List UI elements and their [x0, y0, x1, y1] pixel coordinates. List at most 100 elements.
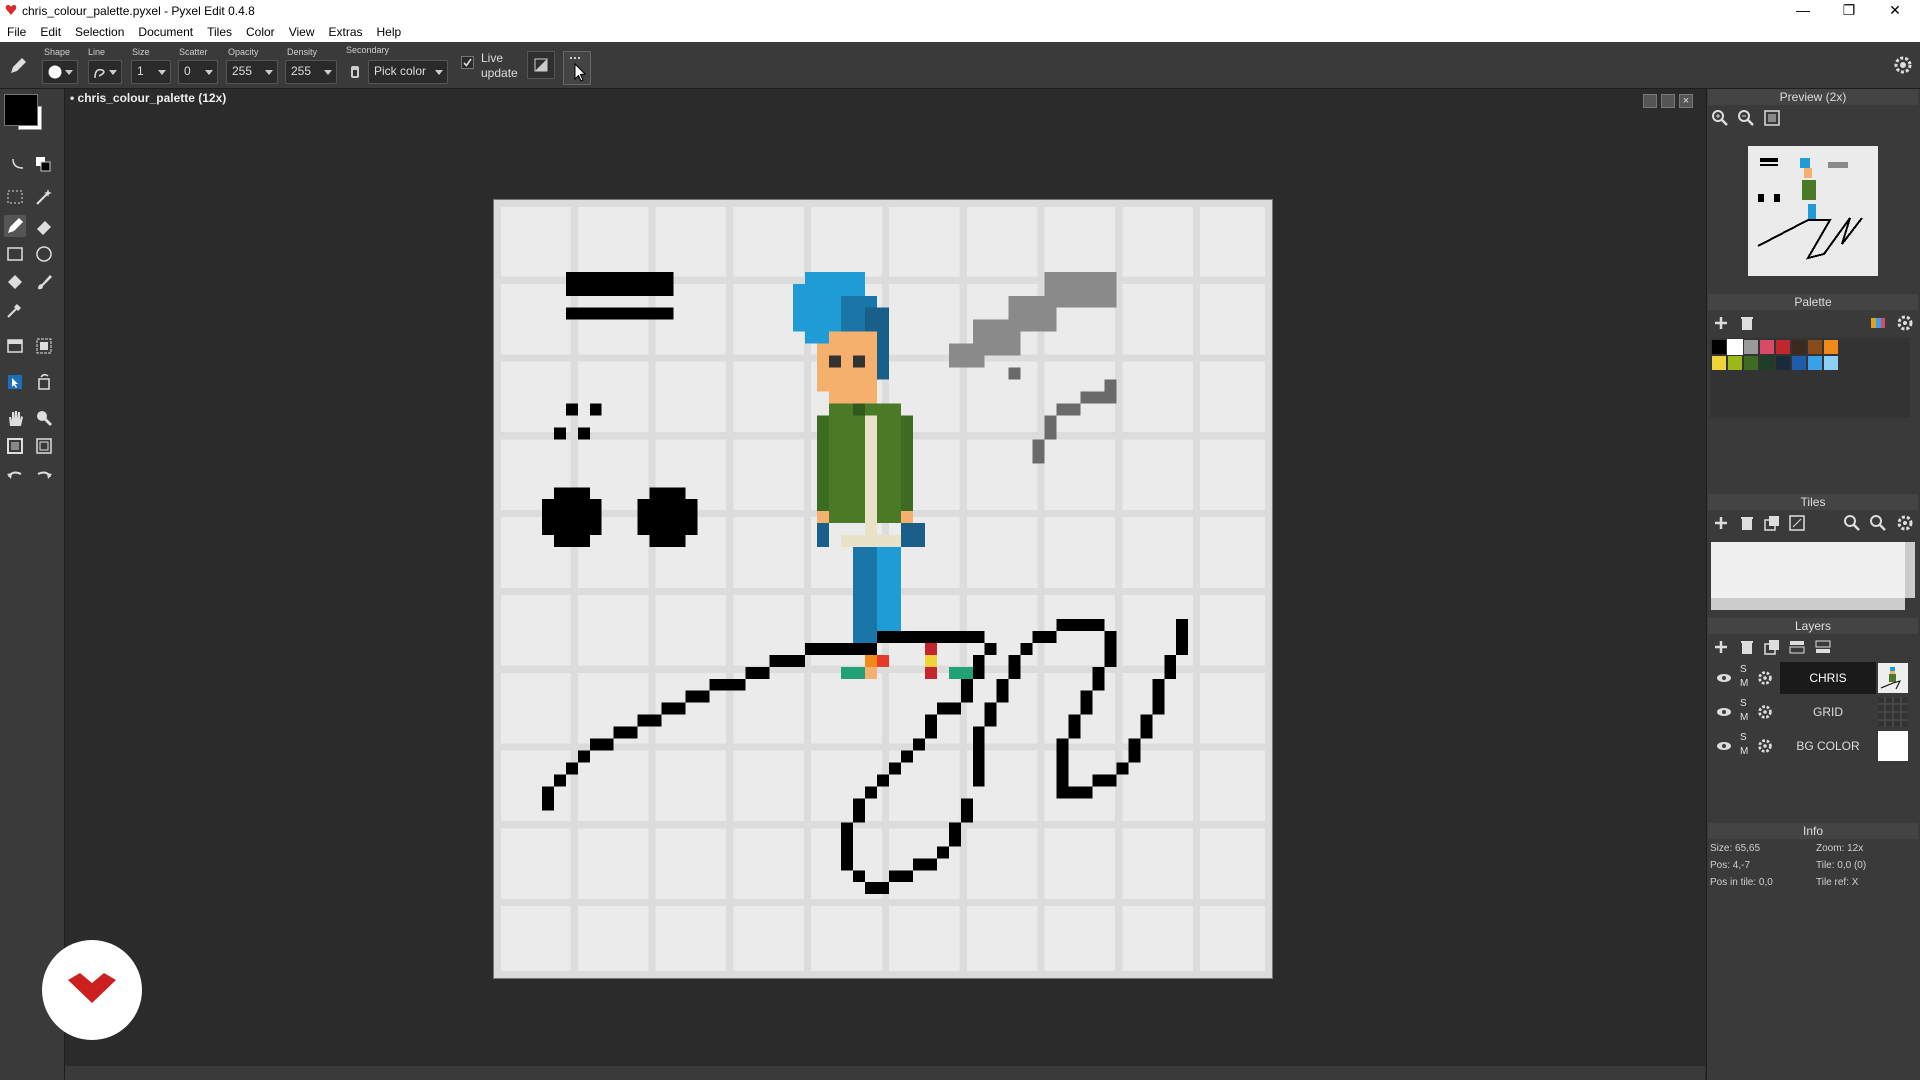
tiles-duplicate-button[interactable]: [1762, 513, 1782, 533]
palette-swatch-green[interactable]: [1744, 356, 1758, 370]
fill-tool[interactable]: [4, 271, 26, 293]
layers-merge-down-button[interactable]: [1813, 637, 1833, 657]
ellipse-tool[interactable]: [33, 243, 55, 265]
primary-color-swatch[interactable]: [4, 94, 38, 126]
menu-file[interactable]: File: [0, 22, 33, 42]
layer-mute-toggle[interactable]: M: [1740, 712, 1748, 723]
rect-select-tool[interactable]: [4, 186, 26, 208]
palette-swatch-orange[interactable]: [1824, 340, 1838, 354]
tiles-delete-button[interactable]: [1737, 513, 1757, 533]
hand-tool[interactable]: [4, 407, 26, 429]
eye-icon[interactable]: [1716, 671, 1732, 685]
layer-solo-toggle[interactable]: S: [1740, 732, 1747, 743]
doc-close-button[interactable]: ×: [1679, 94, 1693, 108]
move-tool[interactable]: [4, 371, 26, 393]
opacity-select[interactable]: 255: [226, 60, 278, 84]
tiles-horizontal-scrollbar[interactable]: [1711, 598, 1905, 610]
rectangle-tool[interactable]: [4, 243, 26, 265]
doc-restore-button[interactable]: [1661, 94, 1675, 108]
palette-swatch-navy[interactable]: [1776, 356, 1790, 370]
layer-row-bg-color[interactable]: S M BG COLOR: [1710, 730, 1910, 762]
swap-colors-tool[interactable]: [8, 153, 30, 175]
close-button[interactable]: ✕: [1872, 0, 1918, 22]
palette-swatch-white[interactable]: [1727, 339, 1743, 355]
palette-swatch-gray[interactable]: [1744, 340, 1758, 354]
palette-presets-button[interactable]: [1868, 313, 1888, 333]
preview-zoom-out-button[interactable]: [1736, 108, 1756, 128]
bottom-scrollbar[interactable]: [65, 1066, 1705, 1080]
redo-button[interactable]: [33, 464, 55, 486]
zoom-tool[interactable]: [33, 407, 55, 429]
layers-delete-button[interactable]: [1737, 637, 1757, 657]
tiles-zoom-in-button[interactable]: [1842, 513, 1862, 533]
palette-swatch-black[interactable]: [1712, 340, 1726, 354]
eye-icon[interactable]: [1716, 705, 1732, 719]
layer-mute-toggle[interactable]: M: [1740, 678, 1748, 689]
brush-tool[interactable]: [33, 271, 55, 293]
layer-name[interactable]: GRID: [1780, 696, 1876, 728]
tiles-vertical-scrollbar[interactable]: [1905, 542, 1915, 598]
tiles-add-button[interactable]: [1711, 513, 1731, 533]
drawing-canvas[interactable]: [493, 199, 1273, 979]
menu-color[interactable]: Color: [239, 22, 282, 42]
palette-swatch-red[interactable]: [1776, 340, 1790, 354]
layer-name[interactable]: CHRIS: [1780, 662, 1876, 694]
palette-swatch-light-blue[interactable]: [1824, 356, 1838, 370]
layer-name[interactable]: BG COLOR: [1780, 730, 1876, 762]
size-select[interactable]: 1: [131, 60, 171, 84]
tiles-zoom-out-button[interactable]: [1868, 513, 1888, 533]
palette-settings-button[interactable]: [1895, 313, 1915, 333]
scatter-select[interactable]: 0: [178, 60, 218, 84]
palette-swatch-yellow[interactable]: [1712, 356, 1726, 370]
palette-swatch-sky[interactable]: [1808, 356, 1822, 370]
layer-solo-toggle[interactable]: S: [1740, 698, 1747, 709]
layer-mute-toggle[interactable]: M: [1740, 746, 1748, 757]
palette-swatch-brown[interactable]: [1808, 340, 1822, 354]
palette-add-button[interactable]: [1711, 313, 1731, 333]
layer-settings-icon[interactable]: [1756, 737, 1774, 755]
dither-button[interactable]: [563, 51, 591, 85]
palette-swatch-dark-green[interactable]: [1760, 356, 1774, 370]
shape-select[interactable]: [42, 60, 78, 84]
preview-zoom-in-button[interactable]: [1710, 108, 1730, 128]
palette-swatch-dark-brown[interactable]: [1792, 340, 1806, 354]
eraser-tool[interactable]: [33, 215, 55, 237]
eye-icon[interactable]: [1716, 739, 1732, 753]
layer-row-grid[interactable]: S M GRID: [1710, 696, 1910, 728]
tile-tool[interactable]: [4, 335, 26, 357]
doc-minimize-button[interactable]: [1643, 94, 1657, 108]
tile-select-tool[interactable]: [33, 335, 55, 357]
document-tab[interactable]: • chris_colour_palette (12x): [70, 91, 226, 109]
layer-row-chris[interactable]: S M CHRIS: [1710, 662, 1910, 694]
frame-tool[interactable]: [4, 435, 26, 457]
menu-help[interactable]: Help: [370, 22, 409, 42]
menu-tiles[interactable]: Tiles: [200, 22, 239, 42]
tiles-list[interactable]: [1711, 542, 1905, 598]
layers-duplicate-button[interactable]: [1762, 637, 1782, 657]
palette-swatch-pink[interactable]: [1760, 340, 1774, 354]
secondary-select[interactable]: Pick color: [368, 60, 448, 84]
palette-swatch-lime[interactable]: [1728, 356, 1742, 370]
layers-merge-up-button[interactable]: [1787, 637, 1807, 657]
menu-view[interactable]: View: [282, 22, 322, 42]
menu-edit[interactable]: Edit: [33, 22, 68, 42]
settings-gear-icon[interactable]: [1893, 55, 1913, 75]
magic-wand-tool[interactable]: [33, 186, 55, 208]
density-select[interactable]: 255: [285, 60, 337, 84]
tiles-settings-button[interactable]: [1895, 513, 1915, 533]
color-picker-tool[interactable]: [4, 299, 26, 321]
minimize-button[interactable]: —: [1780, 0, 1826, 22]
fit-view-tool[interactable]: [33, 435, 55, 457]
menu-extras[interactable]: Extras: [321, 22, 369, 42]
default-colors-tool[interactable]: [32, 153, 54, 175]
menu-document[interactable]: Document: [131, 22, 200, 42]
palette-swatch-blue[interactable]: [1792, 356, 1806, 370]
mode-toggle-button[interactable]: [527, 51, 555, 79]
palette-delete-button[interactable]: [1737, 313, 1757, 333]
rotate-tool[interactable]: [33, 371, 55, 393]
line-select[interactable]: [88, 60, 122, 84]
pencil-tool[interactable]: [4, 215, 26, 237]
layer-settings-icon[interactable]: [1756, 703, 1774, 721]
layers-add-button[interactable]: [1711, 637, 1731, 657]
undo-button[interactable]: [4, 464, 26, 486]
